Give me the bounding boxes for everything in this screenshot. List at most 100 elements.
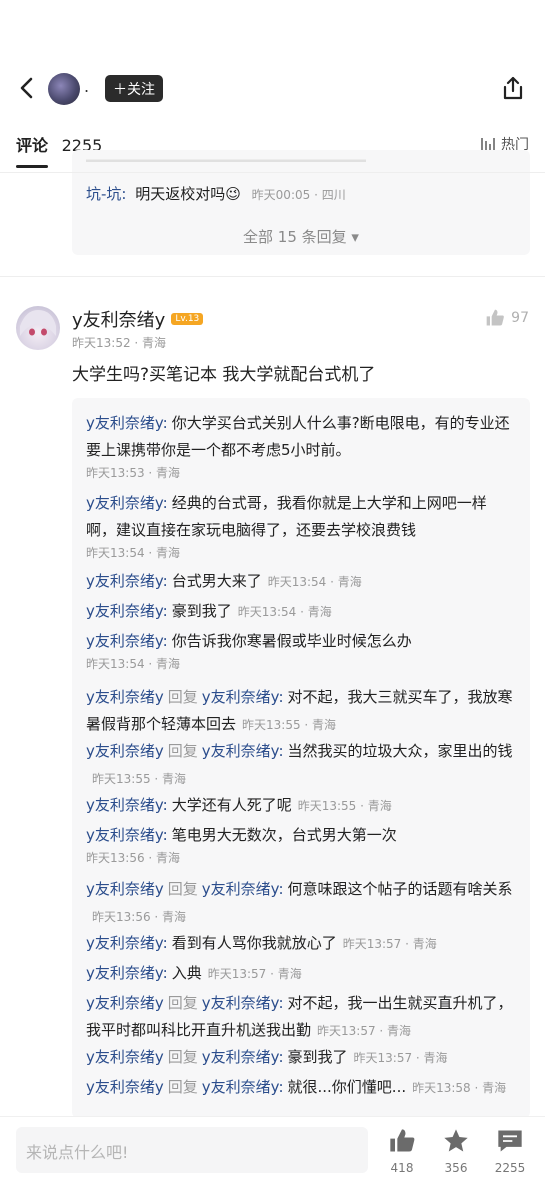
reply-author[interactable]: y友利奈绪y — [86, 688, 164, 706]
comment-bubble-icon — [498, 1130, 522, 1152]
bottom-bar: 来说点什么吧! 418 356 2255 — [0, 1116, 545, 1199]
reply-author[interactable]: 坑-坑: — [86, 185, 126, 203]
star-count: 356 — [444, 1161, 468, 1175]
comment-input[interactable]: 来说点什么吧! — [16, 1127, 368, 1173]
reply-item[interactable]: y友利奈绪y 回复 y友利奈绪y: 对不起，我一出生就买直升机了，我平时都叫科比开直升… — [86, 990, 516, 1045]
reply-text: 大学还有人死了呢 — [171, 796, 292, 814]
reply-meta: 昨天13:53 · 青海 — [86, 466, 181, 480]
reply-author[interactable]: y友利奈绪y — [86, 742, 164, 760]
reply-to-author[interactable]: y友利奈绪y: — [202, 742, 284, 760]
commenter-name[interactable]: y友利奈绪y — [72, 306, 165, 332]
reply-to-author[interactable]: y友利奈绪y: — [202, 880, 284, 898]
reply-item[interactable]: y友利奈绪y 回复 y友利奈绪y: 当然我买的垃圾大众，家里出的钱昨天13:55 · … — [86, 738, 516, 793]
reply-item[interactable]: y友利奈绪y: 入典 昨天13:57 · 青海 — [86, 960, 516, 988]
reply-text: 明天返校对吗😉 — [135, 185, 241, 203]
reply-text: 何意味跟这个帖子的话题有啥关系 — [287, 880, 513, 898]
reply-text: 你告诉我你寒暑假或毕业时候怎么办 — [171, 632, 412, 650]
reply-item[interactable]: y友利奈绪y: 台式男大来了 昨天13:54 · 青海 — [86, 568, 516, 596]
reply-to-label: 回复 — [167, 994, 198, 1012]
star-action[interactable]: 356 — [436, 1127, 476, 1175]
reply-text: 台式男大来了 — [171, 572, 262, 590]
reply-author[interactable]: y友利奈绪y: — [86, 934, 168, 952]
reply-author[interactable]: y友利奈绪y — [86, 1048, 164, 1066]
share-icon[interactable] — [501, 75, 525, 101]
clipped-reply-line — [86, 156, 366, 168]
reply-author[interactable]: y友利奈绪y: — [86, 796, 168, 814]
reply-text: 豪到我了 — [171, 602, 232, 620]
reply-meta: 昨天13:57 · 青海 — [207, 967, 302, 981]
top-bar: . ＋关注 — [0, 60, 545, 116]
reply-meta: 昨天13:58 · 青海 — [412, 1081, 507, 1095]
reply-to-author[interactable]: y友利奈绪y: — [202, 1048, 284, 1066]
reply-author[interactable]: y友利奈绪y: — [86, 632, 168, 650]
reply-text: 入典 — [171, 964, 202, 982]
reply-text: 看到有人骂你我就放心了 — [171, 934, 337, 952]
reply-item[interactable]: y友利奈绪y: 看到有人骂你我就放心了 昨天13:57 · 青海 — [86, 930, 516, 958]
comment-like-button[interactable]: 97 — [485, 308, 529, 328]
reply-to-author[interactable]: y友利奈绪y: — [202, 994, 284, 1012]
comment-text: 大学生吗?买笔记本 我大学就配台式机了 — [72, 365, 376, 385]
reply-item[interactable]: y友利奈绪y: 大学还有人死了呢 昨天13:55 · 青海 — [86, 792, 516, 820]
reply-item[interactable]: y友利奈绪y: 笔电男大无数次，台式男大第一次昨天13:56 · 青海 — [86, 822, 516, 867]
reply-item[interactable]: y友利奈绪y: 豪到我了 昨天13:54 · 青海 — [86, 598, 516, 626]
reply-item[interactable]: y友利奈绪y: 你大学买台式关别人什么事?断电限电，有的专业还要上课携带你是一个都… — [86, 410, 516, 482]
reply-author[interactable]: y友利奈绪y — [86, 1078, 164, 1096]
reply-author[interactable]: y友利奈绪y: — [86, 826, 168, 844]
reply-author[interactable]: y友利奈绪y — [86, 994, 164, 1012]
reply-meta: 昨天13:54 · 青海 — [267, 575, 362, 589]
follow-button[interactable]: ＋关注 — [105, 75, 163, 102]
reply-author[interactable]: y友利奈绪y: — [86, 494, 168, 512]
reply-item[interactable]: y友利奈绪y 回复 y友利奈绪y: 就很...你们懂吧... 昨天13:58 · 青海 — [86, 1074, 516, 1102]
author-avatar[interactable] — [48, 73, 80, 105]
reply-to-label: 回复 — [167, 688, 198, 706]
reply-meta: 昨天13:54 · 青海 — [237, 605, 332, 619]
comment-count: 2255 — [494, 1161, 526, 1175]
level-badge: Lv.13 — [171, 313, 204, 325]
reply-item[interactable]: y友利奈绪y 回复 y友利奈绪y: 豪到我了 昨天13:57 · 青海 — [86, 1044, 516, 1072]
reply-meta: 昨天13:56 · 青海 — [86, 851, 181, 865]
reply-text: 当然我买的垃圾大众，家里出的钱 — [287, 742, 513, 760]
comment-action[interactable]: 2255 — [490, 1127, 530, 1175]
back-arrow-icon[interactable] — [16, 76, 38, 100]
reply-item[interactable]: y友利奈绪y 回复 y友利奈绪y: 何意味跟这个帖子的话题有啥关系昨天13:56 · … — [86, 876, 516, 931]
reply-meta: 昨天13:54 · 青海 — [86, 657, 181, 671]
reply-text: 就很...你们懂吧... — [287, 1078, 407, 1096]
reply-meta: 昨天13:55 · 青海 — [92, 772, 187, 786]
reply-text: 豪到我了 — [287, 1048, 348, 1066]
tab-underline — [16, 165, 48, 168]
like-action[interactable]: 418 — [382, 1127, 422, 1175]
reply-meta: 昨天13:55 · 青海 — [297, 799, 392, 813]
reply-to-label: 回复 — [167, 742, 198, 760]
reply-to-author[interactable]: y友利奈绪y: — [202, 1078, 284, 1096]
reply-item[interactable]: y友利奈绪y 回复 y友利奈绪y: 对不起，我大三就买车了，我放寒暑假背那个轻薄本回去… — [86, 684, 516, 739]
star-icon — [444, 1129, 468, 1152]
reply-meta: 昨天13:57 · 青海 — [353, 1051, 448, 1065]
reply-to-label: 回复 — [167, 1078, 198, 1096]
tab-comments-label: 评论 — [16, 136, 49, 155]
reply-author[interactable]: y友利奈绪y: — [86, 964, 168, 982]
reply-meta: 昨天13:57 · 青海 — [342, 937, 437, 951]
reply-to-author[interactable]: y友利奈绪y: — [202, 688, 284, 706]
reply-meta: 昨天13:54 · 青海 — [86, 546, 181, 560]
author-name[interactable]: . — [84, 77, 89, 96]
commenter-avatar[interactable] — [16, 306, 60, 350]
reply-author[interactable]: y友利奈绪y — [86, 880, 164, 898]
reply-author[interactable]: y友利奈绪y: — [86, 602, 168, 620]
reply-text: 笔电男大无数次，台式男大第一次 — [171, 826, 397, 844]
follow-label: ＋关注 — [113, 81, 155, 98]
reply-meta: 昨天13:57 · 青海 — [317, 1024, 412, 1038]
view-all-replies-button[interactable]: 全部 15 条回复 ▾ — [72, 226, 530, 247]
reply-meta: 昨天13:56 · 青海 — [92, 910, 187, 924]
avatar-illustration — [20, 310, 56, 336]
reply-item[interactable]: y友利奈绪y: 经典的台式哥，我看你就是上大学和上网吧一样啊，建议直接在家玩电脑得… — [86, 490, 516, 562]
reply-item[interactable]: y友利奈绪y: 你告诉我你寒暑假或毕业时候怎么办昨天13:54 · 青海 — [86, 628, 516, 673]
commenter-name-row: y友利奈绪y Lv.13 — [72, 306, 204, 332]
reply-author[interactable]: y友利奈绪y: — [86, 414, 168, 432]
thumb-up-icon — [486, 309, 505, 326]
reply-meta: 昨天00:05 · 四川 — [251, 188, 346, 202]
tab-divider — [0, 172, 545, 173]
reply-item[interactable]: 坑-坑: 明天返校对吗😉 昨天00:05 · 四川 — [86, 183, 346, 204]
reply-author[interactable]: y友利奈绪y: — [86, 572, 168, 590]
replies-block: y友利奈绪y: 你大学买台式关别人什么事?断电限电，有的专业还要上课携带你是一个都… — [72, 398, 530, 1118]
like-count: 418 — [390, 1161, 414, 1175]
